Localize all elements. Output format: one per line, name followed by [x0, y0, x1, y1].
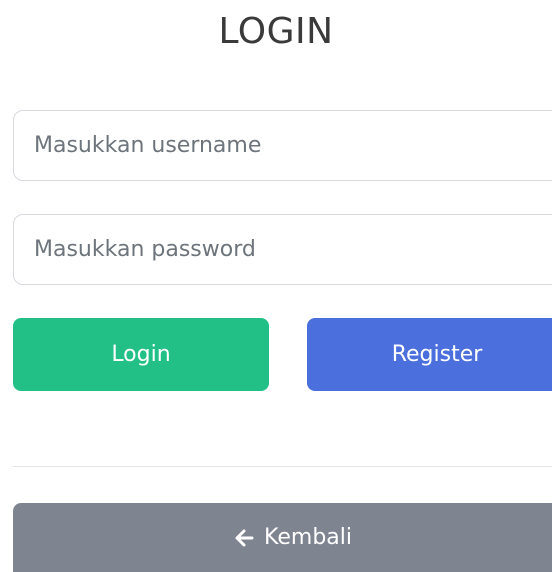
page-title: LOGIN	[218, 11, 334, 52]
arrow-left-icon	[234, 527, 254, 549]
login-button[interactable]: Login	[13, 318, 269, 391]
login-button-label: Login	[111, 342, 171, 367]
password-input[interactable]	[13, 214, 552, 285]
back-button-label: Kembali	[264, 525, 352, 550]
divider	[13, 466, 552, 467]
username-input[interactable]	[13, 110, 552, 181]
back-button[interactable]: Kembali	[13, 503, 552, 572]
register-button[interactable]: Register	[307, 318, 552, 391]
register-button-label: Register	[391, 342, 483, 367]
